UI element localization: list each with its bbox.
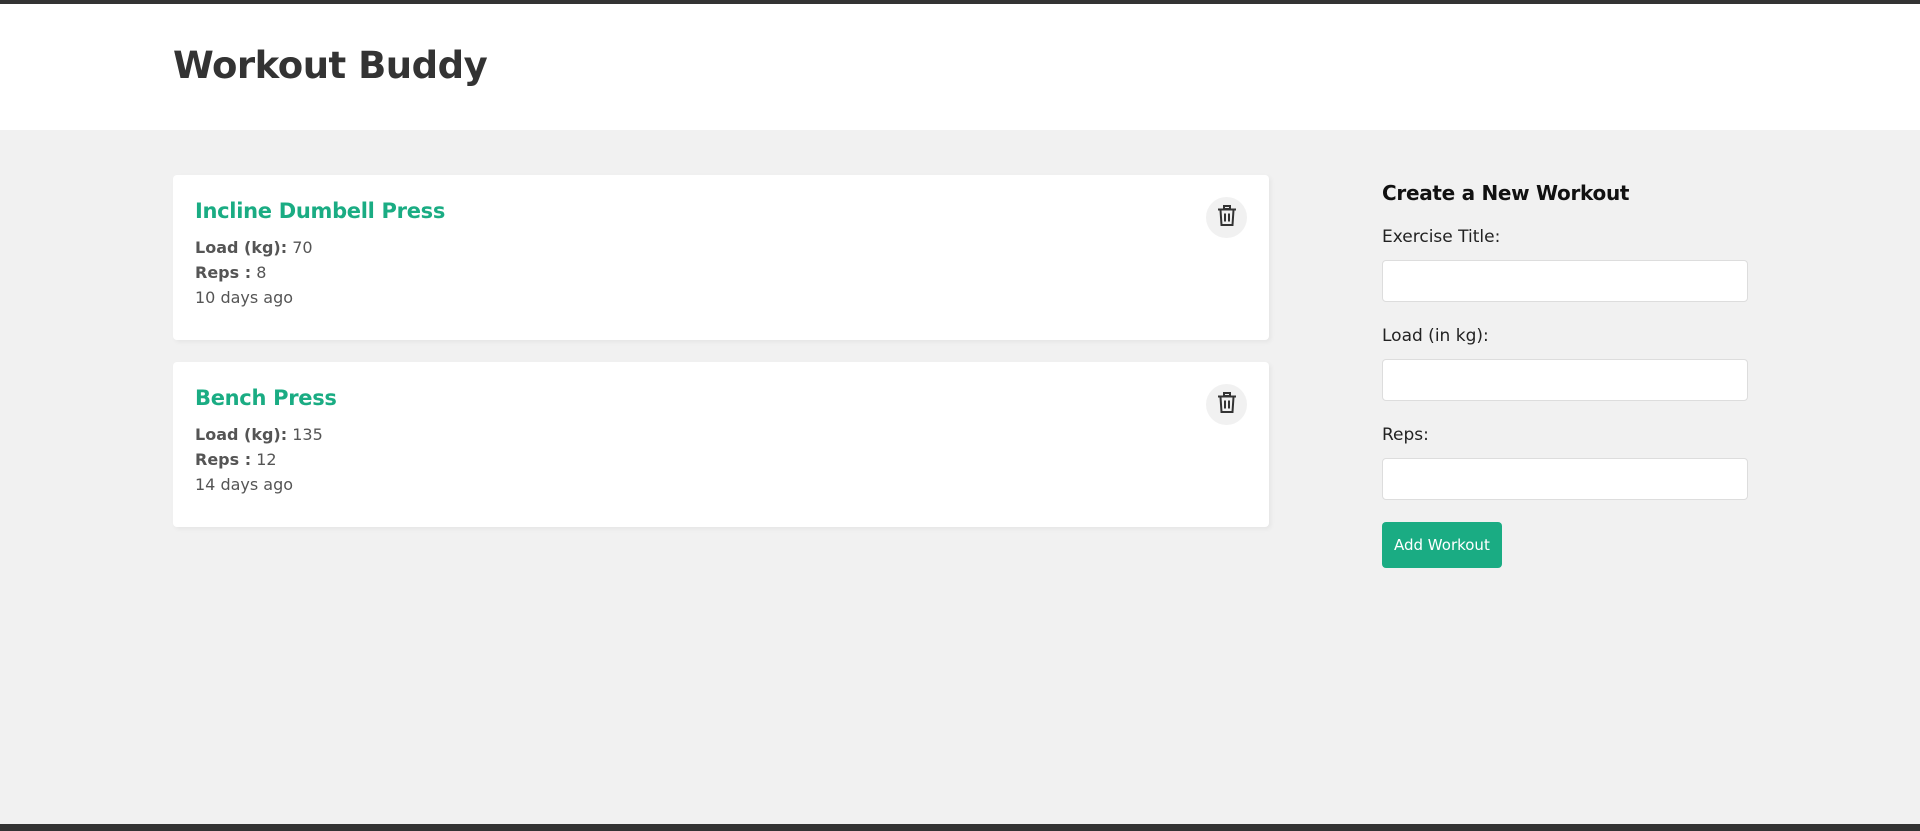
reps-input[interactable] [1382, 458, 1748, 500]
load-value: 70 [292, 238, 313, 257]
workout-load: Load (kg): 135 [195, 422, 1247, 447]
exercise-title-label: Exercise Title: [1382, 227, 1501, 247]
reps-value: 8 [256, 263, 267, 282]
load-input[interactable] [1382, 359, 1748, 401]
workout-load: Load (kg): 70 [195, 235, 1247, 260]
workout-title: Incline Dumbell Press [195, 199, 446, 223]
delete-workout-button[interactable] [1206, 384, 1247, 425]
trash-icon [1217, 392, 1237, 417]
site-title[interactable]: Workout Buddy [173, 44, 488, 87]
form-title: Create a New Workout [1382, 181, 1630, 205]
load-label: Load (in kg): [1382, 326, 1489, 346]
exercise-title-input[interactable] [1382, 260, 1748, 302]
workout-card: Incline Dumbell Press Load (kg): 70 Reps… [173, 175, 1269, 340]
load-value: 135 [292, 425, 323, 444]
add-workout-button[interactable]: Add Workout [1382, 522, 1502, 568]
workout-time: 14 days ago [195, 475, 294, 494]
delete-workout-button[interactable] [1206, 197, 1247, 238]
reps-label: Reps : [195, 263, 252, 282]
workout-reps: Reps : 12 [195, 447, 1247, 472]
reps-label: Reps: [1382, 425, 1429, 445]
workout-card: Bench Press Load (kg): 135 Reps : 12 14 … [173, 362, 1269, 527]
workout-reps: Reps : 8 [195, 260, 1247, 285]
workout-title: Bench Press [195, 386, 337, 410]
site-header: Workout Buddy [0, 4, 1920, 130]
bottom-border [0, 824, 1920, 831]
reps-value: 12 [256, 450, 277, 469]
workout-list: Incline Dumbell Press Load (kg): 70 Reps… [173, 175, 1269, 549]
reps-label: Reps : [195, 450, 252, 469]
trash-icon [1217, 205, 1237, 230]
load-label: Load (kg): [195, 238, 288, 257]
create-workout-form: Create a New Workout Exercise Title: Loa… [1382, 175, 1748, 568]
load-label: Load (kg): [195, 425, 288, 444]
workout-time: 10 days ago [195, 288, 294, 307]
